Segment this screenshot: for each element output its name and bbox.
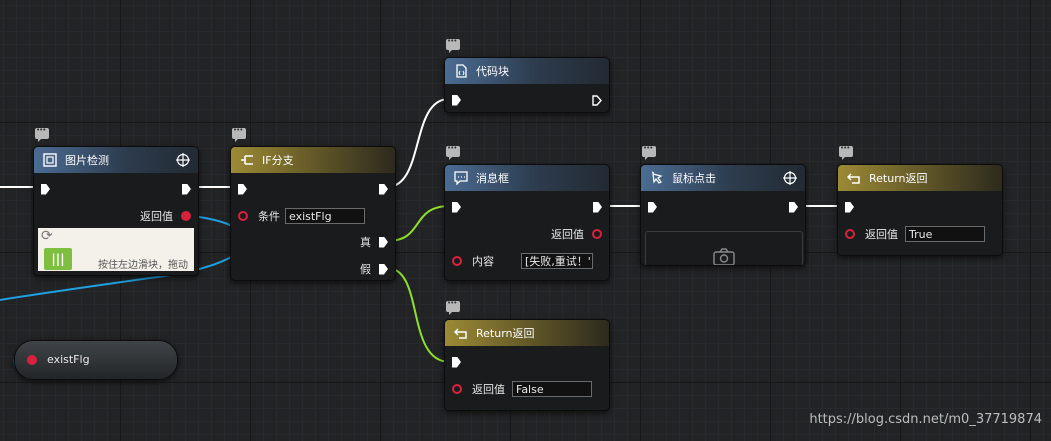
- return-value-label: 返回值: [472, 383, 505, 396]
- comment-bubble-icon[interactable]: [446, 37, 460, 53]
- return-value-pin[interactable]: [592, 229, 602, 239]
- false-exec-pin[interactable]: [379, 263, 388, 275]
- variable-pin[interactable]: [27, 355, 37, 365]
- comment-bubble-icon[interactable]: [446, 299, 460, 315]
- comment-bubble-icon[interactable]: [232, 126, 246, 142]
- slider-handle-icon: |||: [44, 248, 72, 270]
- exec-in-pin[interactable]: [452, 201, 461, 213]
- return-icon: [847, 173, 860, 184]
- return-value-pin[interactable]: [845, 229, 855, 239]
- comment-bubble-icon[interactable]: [839, 144, 853, 160]
- refresh-icon: ⟳: [41, 228, 53, 244]
- exec-wire-false-to-return: [386, 267, 451, 363]
- exec-out-pin[interactable]: [379, 183, 388, 195]
- node-header[interactable]: 消息框: [445, 165, 609, 191]
- exec-in-pin[interactable]: [452, 94, 461, 106]
- message-box-node[interactable]: 消息框 返回值 内容 [失败,重试！': [444, 164, 610, 281]
- return-value-pin[interactable]: [181, 211, 191, 221]
- node-title: Return返回: [869, 172, 928, 185]
- camera-icon[interactable]: [713, 248, 735, 266]
- condition-pin[interactable]: [238, 211, 248, 221]
- node-title: IF分支: [262, 154, 294, 167]
- node-header[interactable]: 鼠标点击: [641, 165, 805, 191]
- node-header[interactable]: 图片检测: [34, 147, 198, 173]
- return-false-node[interactable]: Return返回 返回值 False: [444, 319, 610, 411]
- return-icon: [454, 328, 467, 339]
- node-header[interactable]: Return返回: [838, 165, 1002, 191]
- target-icon[interactable]: [783, 171, 797, 185]
- node-title: Return返回: [476, 327, 535, 340]
- exec-wire-if-to-code: [386, 98, 450, 188]
- condition-input[interactable]: existFlg: [285, 208, 365, 224]
- return-value-pin[interactable]: [452, 384, 462, 394]
- return-value-label: 返回值: [551, 228, 584, 241]
- node-title: 代码块: [476, 65, 509, 78]
- variable-name: existFlg: [47, 353, 90, 366]
- node-title: 消息框: [476, 172, 509, 185]
- node-header[interactable]: 代码块: [445, 58, 609, 84]
- target-icon[interactable]: [176, 153, 190, 167]
- captcha-thumbnail: ⟳ ||| 按住左边滑块，拖动: [38, 228, 194, 271]
- return-value-label: 返回值: [140, 210, 173, 223]
- content-pin[interactable]: [452, 256, 462, 266]
- exec-in-pin[interactable]: [238, 183, 247, 195]
- return-value-input[interactable]: False: [512, 381, 592, 397]
- return-value-label: 返回值: [865, 228, 898, 241]
- node-header[interactable]: IF分支: [231, 147, 395, 173]
- watermark-text: https://blog.csdn.net/m0_37719874: [809, 412, 1042, 427]
- code-block-node[interactable]: 代码块: [444, 57, 610, 113]
- return-value-input[interactable]: True: [905, 226, 985, 242]
- false-label: 假: [360, 263, 371, 276]
- captcha-hint-text: 按住左边滑块，拖动: [98, 260, 188, 271]
- message-icon: [454, 171, 468, 185]
- code-icon: [456, 64, 467, 78]
- mouse-click-icon: [651, 171, 663, 184]
- branch-icon: [241, 155, 253, 165]
- exec-in-pin[interactable]: [452, 356, 461, 368]
- exec-in-pin[interactable]: [648, 201, 657, 213]
- true-label: 真: [360, 236, 371, 249]
- comment-bubble-icon[interactable]: [35, 126, 49, 142]
- true-exec-pin[interactable]: [379, 236, 388, 248]
- exec-in-pin[interactable]: [845, 201, 854, 213]
- comment-bubble-icon[interactable]: [446, 144, 460, 160]
- return-true-node[interactable]: Return返回 返回值 True: [837, 164, 1003, 256]
- image-detect-icon: [43, 153, 57, 167]
- exec-out-pin[interactable]: [182, 183, 191, 195]
- condition-label: 条件: [258, 210, 280, 223]
- mouse-click-node[interactable]: 鼠标点击: [640, 164, 806, 266]
- exec-out-pin[interactable]: [593, 201, 602, 213]
- variable-node[interactable]: existFlg: [14, 340, 178, 380]
- node-header[interactable]: Return返回: [445, 320, 609, 346]
- if-branch-node[interactable]: IF分支 条件 existFlg 真 假: [230, 146, 396, 281]
- exec-out-pin[interactable]: [592, 94, 602, 106]
- content-input[interactable]: [失败,重试！': [521, 253, 593, 269]
- content-label: 内容: [472, 255, 494, 268]
- comment-bubble-icon[interactable]: [642, 144, 656, 160]
- exec-wire-true-to-msg: [386, 205, 451, 242]
- capture-area[interactable]: [645, 231, 803, 266]
- exec-out-pin[interactable]: [789, 201, 798, 213]
- exec-in-pin[interactable]: [41, 183, 50, 195]
